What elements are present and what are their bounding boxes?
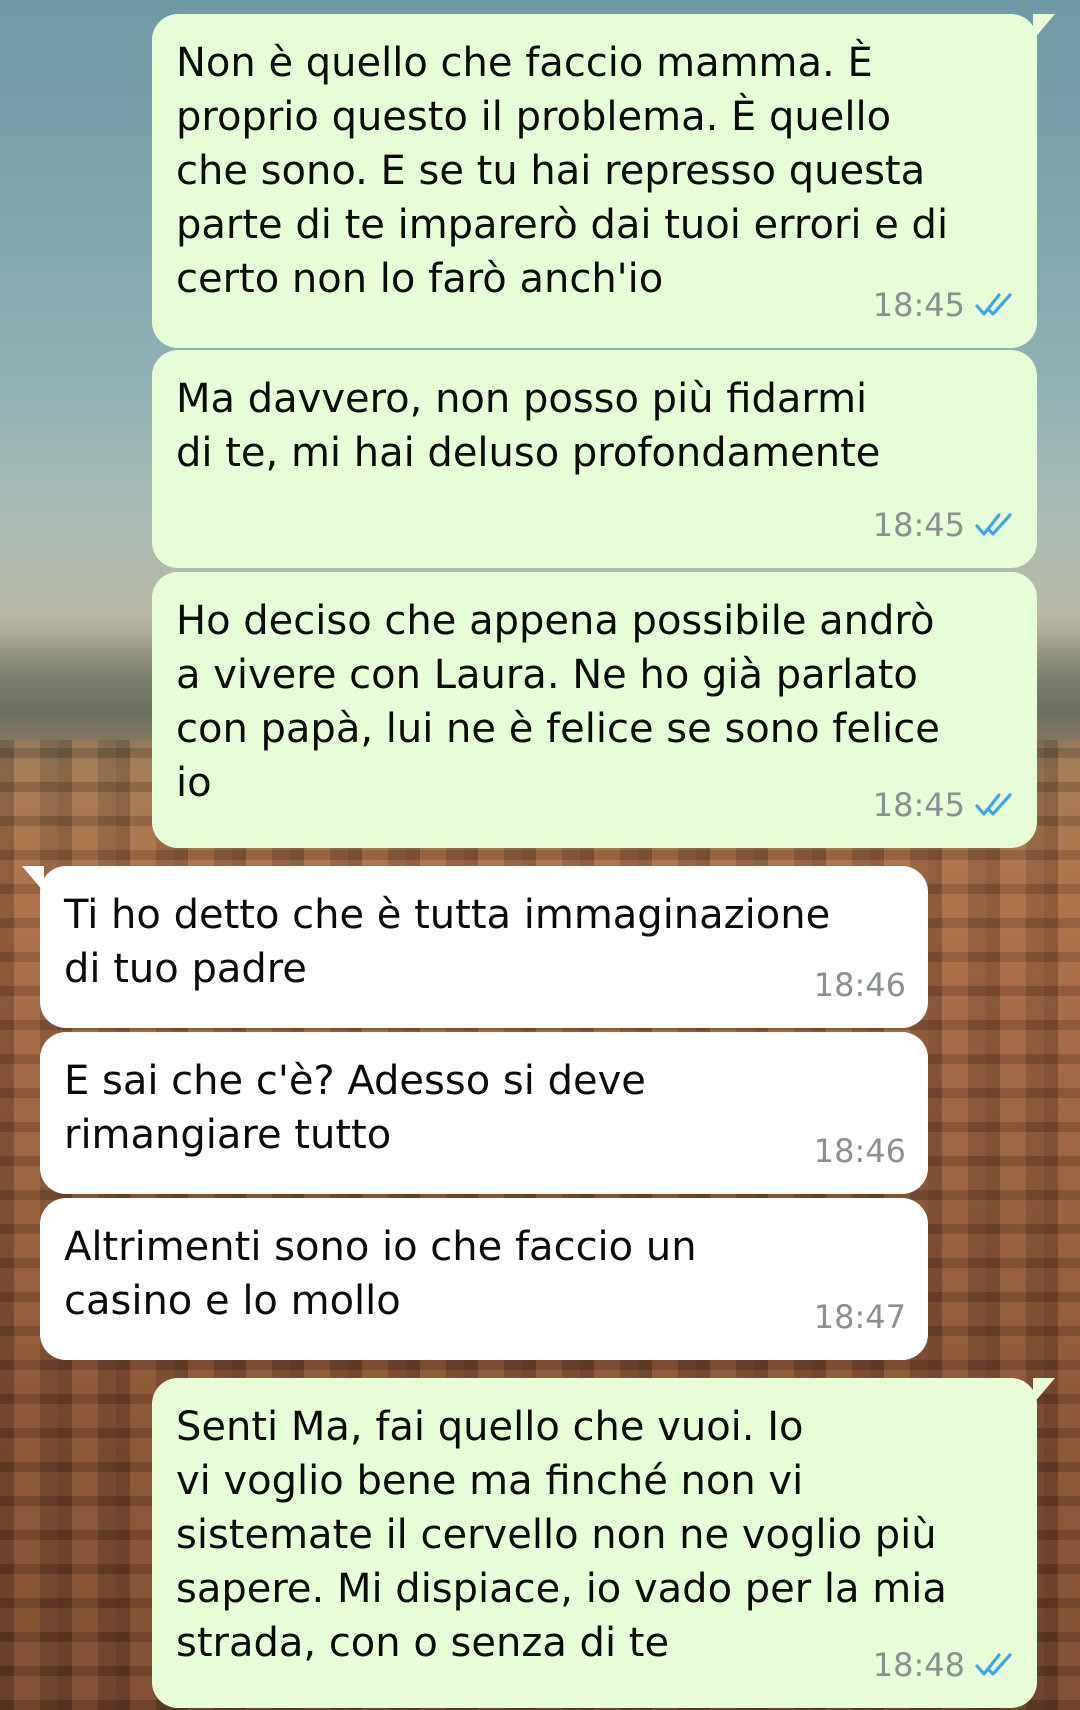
bubble-tail — [22, 866, 44, 892]
message-bubble-incoming[interactable]: E sai che c'è? Adesso si deve rimangiare… — [40, 1032, 928, 1194]
message-bubble-incoming[interactable]: Ti ho detto che è tutta immaginazione di… — [22, 866, 928, 1028]
message-text: Ti ho detto che è tutta immaginazione di… — [64, 892, 831, 992]
double-check-read-icon — [975, 793, 1012, 816]
message-time: 18:45 — [872, 286, 965, 324]
message-time: 18:48 — [872, 1646, 965, 1684]
message-meta: 18:46 — [814, 1124, 906, 1178]
message-text: Ma davvero, non posso più fidarmi di te,… — [176, 376, 881, 476]
message-meta: 18:47 — [814, 1290, 906, 1344]
double-check-read-icon — [975, 513, 1012, 536]
message-meta: 18:45 — [873, 498, 1015, 552]
double-check-read-icon — [975, 293, 1012, 316]
message-meta: 18:46 — [814, 958, 906, 1012]
message-text: Senti Ma, fai quello che vuoi. Io vi vog… — [176, 1404, 947, 1666]
message-text: E sai che c'è? Adesso si deve rimangiare… — [64, 1058, 646, 1158]
bubble-tail — [1033, 14, 1055, 40]
message-bubble-incoming[interactable]: Altrimenti sono io che faccio un casino … — [40, 1198, 928, 1360]
message-time: 18:45 — [872, 786, 965, 824]
message-bubble-outgoing[interactable]: Non è quello che faccio mamma. È proprio… — [152, 14, 1055, 348]
message-time: 18:45 — [872, 506, 965, 544]
message-bubble-outgoing[interactable]: Ho deciso che appena possibile andrò a v… — [152, 572, 1037, 848]
message-time: 18:47 — [813, 1298, 906, 1336]
double-check-read-icon — [975, 1653, 1012, 1676]
message-meta: 18:45 — [873, 278, 1015, 332]
message-bubble-outgoing[interactable]: Senti Ma, fai quello che vuoi. Io vi vog… — [152, 1378, 1055, 1708]
message-bubble-outgoing[interactable]: Ma davvero, non posso più fidarmi di te,… — [152, 350, 1037, 568]
message-text: Non è quello che faccio mamma. È proprio… — [176, 40, 949, 302]
message-meta: 18:45 — [873, 778, 1015, 832]
message-time: 18:46 — [813, 966, 906, 1004]
bubble-tail — [1033, 1378, 1055, 1404]
message-text: Altrimenti sono io che faccio un casino … — [64, 1224, 697, 1324]
message-meta: 18:48 — [873, 1638, 1015, 1692]
message-time: 18:46 — [813, 1132, 906, 1170]
